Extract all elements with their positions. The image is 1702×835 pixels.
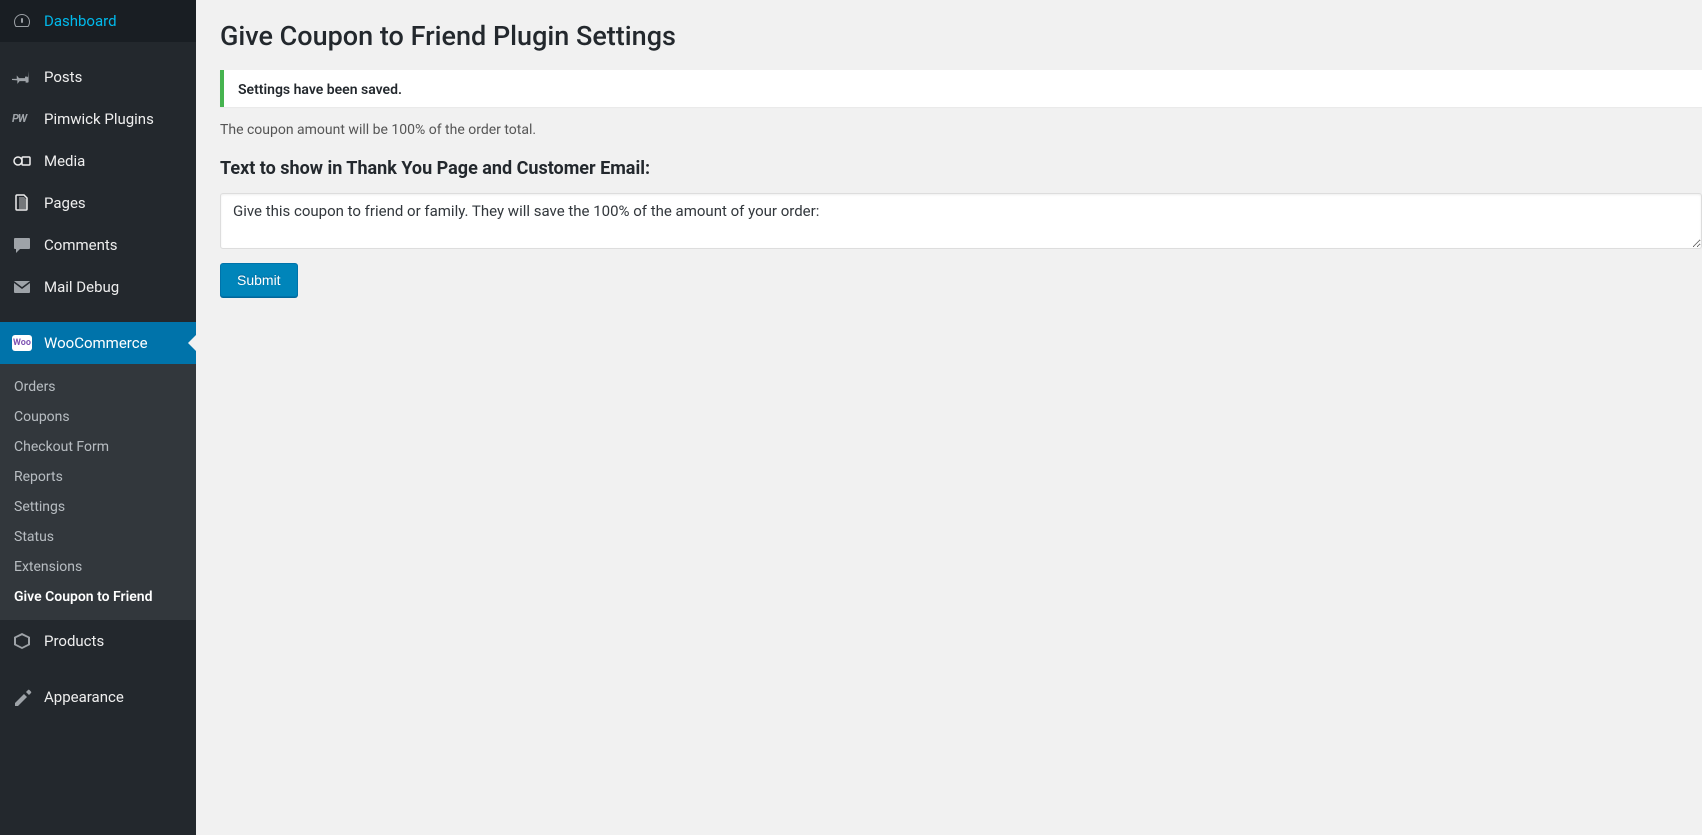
- submenu-item-status[interactable]: Status: [0, 522, 196, 552]
- sidebar-item-label: Mail Debug: [44, 278, 119, 296]
- section-label: Text to show in Thank You Page and Custo…: [220, 158, 1702, 179]
- coupon-description: The coupon amount will be 100% of the or…: [220, 122, 1702, 138]
- products-icon: [12, 631, 32, 651]
- sidebar-item-woocommerce[interactable]: Woo WooCommerce: [0, 322, 196, 364]
- sidebar-item-products[interactable]: Products: [0, 620, 196, 662]
- sidebar-item-dashboard[interactable]: Dashboard: [0, 0, 196, 42]
- sidebar-item-label: Posts: [44, 68, 82, 86]
- pimwick-icon: PW: [12, 109, 32, 129]
- woocommerce-submenu: Orders Coupons Checkout Form Reports Set…: [0, 364, 196, 620]
- submenu-item-reports[interactable]: Reports: [0, 462, 196, 492]
- submenu-item-extensions[interactable]: Extensions: [0, 552, 196, 582]
- sidebar-item-label: Pages: [44, 194, 86, 212]
- sidebar-item-label: WooCommerce: [44, 334, 148, 352]
- mail-icon: [12, 277, 32, 297]
- submenu-item-orders[interactable]: Orders: [0, 372, 196, 402]
- dashboard-icon: [12, 11, 32, 31]
- submit-button[interactable]: Submit: [220, 263, 298, 297]
- submenu-item-settings[interactable]: Settings: [0, 492, 196, 522]
- sidebar-item-label: Pimwick Plugins: [44, 110, 154, 128]
- sidebar-item-pimwick[interactable]: PW Pimwick Plugins: [0, 98, 196, 140]
- sidebar-item-label: Dashboard: [44, 12, 117, 30]
- pin-icon: [12, 67, 32, 87]
- sidebar-item-appearance[interactable]: Appearance: [0, 676, 196, 718]
- sidebar-item-label: Products: [44, 632, 104, 650]
- submenu-item-give-coupon[interactable]: Give Coupon to Friend: [0, 582, 196, 612]
- admin-sidebar: Dashboard Posts PW Pimwick Plugins Media…: [0, 0, 196, 835]
- sidebar-item-comments[interactable]: Comments: [0, 224, 196, 266]
- thank-you-text-input[interactable]: [220, 193, 1702, 249]
- sidebar-item-label: Comments: [44, 236, 118, 254]
- sidebar-item-posts[interactable]: Posts: [0, 56, 196, 98]
- sidebar-item-label: Media: [44, 152, 85, 170]
- appearance-icon: [12, 687, 32, 707]
- comments-icon: [12, 235, 32, 255]
- submenu-item-checkout-form[interactable]: Checkout Form: [0, 432, 196, 462]
- sidebar-item-label: Appearance: [44, 688, 124, 706]
- main-content: Give Coupon to Friend Plugin Settings Se…: [196, 0, 1702, 835]
- media-icon: [12, 151, 32, 171]
- sidebar-item-media[interactable]: Media: [0, 140, 196, 182]
- submenu-item-coupons[interactable]: Coupons: [0, 402, 196, 432]
- page-title: Give Coupon to Friend Plugin Settings: [220, 20, 1702, 52]
- sidebar-item-mail-debug[interactable]: Mail Debug: [0, 266, 196, 308]
- success-notice: Settings have been saved.: [220, 70, 1702, 107]
- notice-text: Settings have been saved.: [238, 82, 402, 98]
- sidebar-item-pages[interactable]: Pages: [0, 182, 196, 224]
- pages-icon: [12, 193, 32, 213]
- woocommerce-icon: Woo: [12, 333, 32, 353]
